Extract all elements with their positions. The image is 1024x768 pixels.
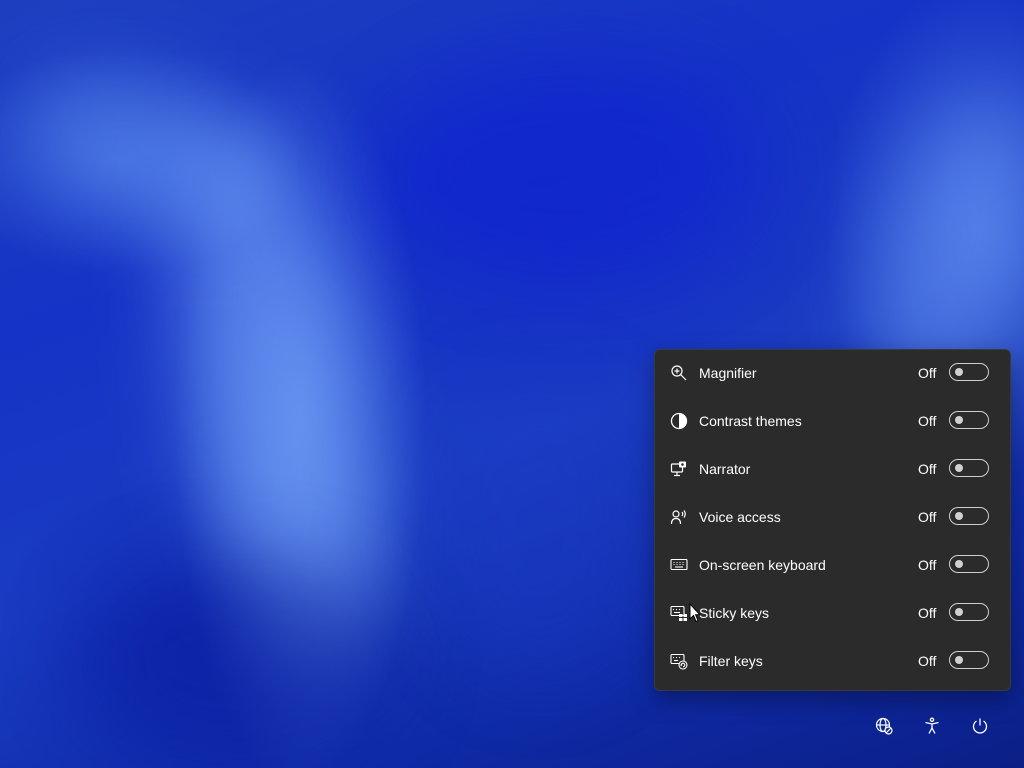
item-state: Off bbox=[918, 413, 937, 429]
narrator-icon bbox=[670, 460, 688, 478]
item-state: Off bbox=[918, 605, 937, 621]
toggle-knob bbox=[955, 367, 963, 376]
accessibility-item-sticky-keys[interactable]: Sticky keys Off bbox=[655, 590, 1010, 638]
contrast-themes-icon bbox=[670, 412, 688, 430]
accessibility-item-voice-access[interactable]: Voice access Off bbox=[655, 494, 1010, 542]
toggle-knob bbox=[955, 415, 963, 424]
accessibility-item-magnifier[interactable]: Magnifier Off bbox=[655, 350, 1010, 398]
accessibility-icon bbox=[925, 717, 939, 734]
item-state: Off bbox=[918, 557, 937, 573]
accessibility-item-filter-keys[interactable]: Filter keys Off bbox=[655, 638, 1010, 686]
on-screen-keyboard-toggle[interactable] bbox=[949, 555, 989, 573]
voice-access-icon bbox=[670, 508, 688, 526]
item-state: Off bbox=[918, 461, 937, 477]
mouse-pointer-icon bbox=[689, 603, 701, 623]
item-state: Off bbox=[918, 365, 937, 381]
on-screen-keyboard-icon bbox=[670, 556, 688, 574]
item-label: Filter keys bbox=[699, 653, 763, 669]
item-label: Narrator bbox=[699, 461, 751, 477]
item-state: Off bbox=[918, 653, 937, 669]
toggle-knob bbox=[955, 559, 963, 568]
magnifier-icon bbox=[670, 364, 688, 382]
sticky-keys-icon bbox=[670, 604, 688, 622]
power-button[interactable] bbox=[966, 712, 994, 740]
accessibility-item-narrator[interactable]: Narrator Off bbox=[655, 446, 1010, 494]
accessibility-flyout: Magnifier Off Contrast themes Off Narrat… bbox=[654, 349, 1011, 691]
filter-keys-toggle[interactable] bbox=[949, 651, 989, 669]
item-label: Sticky keys bbox=[699, 605, 770, 621]
item-label: Magnifier bbox=[699, 365, 757, 381]
toggle-knob bbox=[955, 655, 963, 664]
network-button[interactable] bbox=[870, 712, 898, 740]
item-state: Off bbox=[918, 509, 937, 525]
accessibility-item-on-screen-keyboard[interactable]: On-screen keyboard Off bbox=[655, 542, 1010, 590]
accessibility-button[interactable] bbox=[918, 712, 946, 740]
toggle-knob bbox=[955, 607, 963, 616]
item-label: Contrast themes bbox=[699, 413, 802, 429]
narrator-toggle[interactable] bbox=[949, 459, 989, 477]
toggle-knob bbox=[955, 511, 963, 520]
magnifier-toggle[interactable] bbox=[949, 363, 989, 381]
network-icon bbox=[875, 717, 893, 735]
accessibility-item-contrast-themes[interactable]: Contrast themes Off bbox=[655, 398, 1010, 446]
item-label: Voice access bbox=[699, 509, 781, 525]
item-label: On-screen keyboard bbox=[699, 557, 826, 573]
contrast-themes-toggle[interactable] bbox=[949, 411, 989, 429]
filter-keys-icon bbox=[670, 652, 688, 670]
toggle-knob bbox=[955, 463, 963, 472]
power-icon bbox=[972, 718, 988, 734]
voice-access-toggle[interactable] bbox=[949, 507, 989, 525]
sticky-keys-toggle[interactable] bbox=[949, 603, 989, 621]
